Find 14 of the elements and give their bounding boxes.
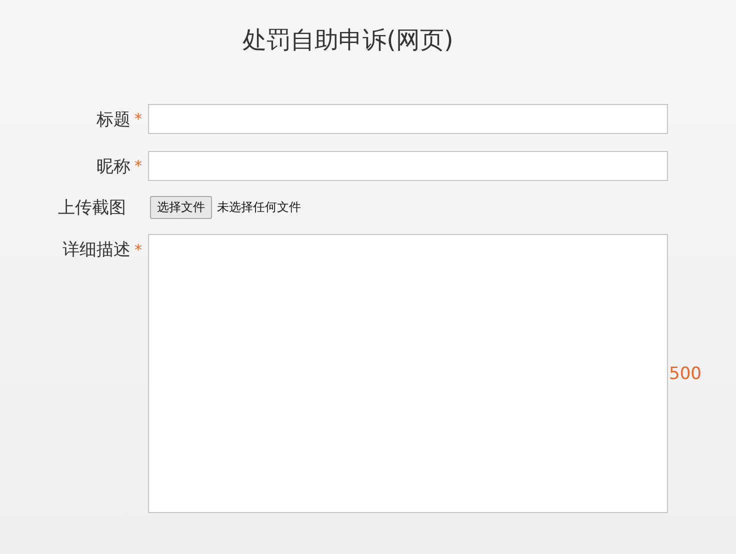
required-mark: * bbox=[134, 110, 142, 128]
text-field[interactable] bbox=[148, 104, 668, 134]
field-label: 详细描述 bbox=[62, 239, 130, 261]
page-title: 处罚自助申诉(网页) bbox=[242, 25, 454, 56]
file-status: 未选择任何文件 bbox=[217, 199, 301, 216]
character-counter: 500 bbox=[669, 364, 702, 384]
field-label: 昵称 bbox=[96, 156, 130, 178]
required-mark: * bbox=[134, 240, 142, 258]
choose-file-button[interactable]: 选择文件 bbox=[150, 196, 212, 219]
required-mark: * bbox=[134, 157, 142, 175]
field-label: 上传截图 bbox=[58, 197, 126, 219]
description-field[interactable] bbox=[148, 234, 668, 513]
field-label: 标题 bbox=[96, 108, 130, 130]
text-field[interactable] bbox=[148, 151, 668, 181]
